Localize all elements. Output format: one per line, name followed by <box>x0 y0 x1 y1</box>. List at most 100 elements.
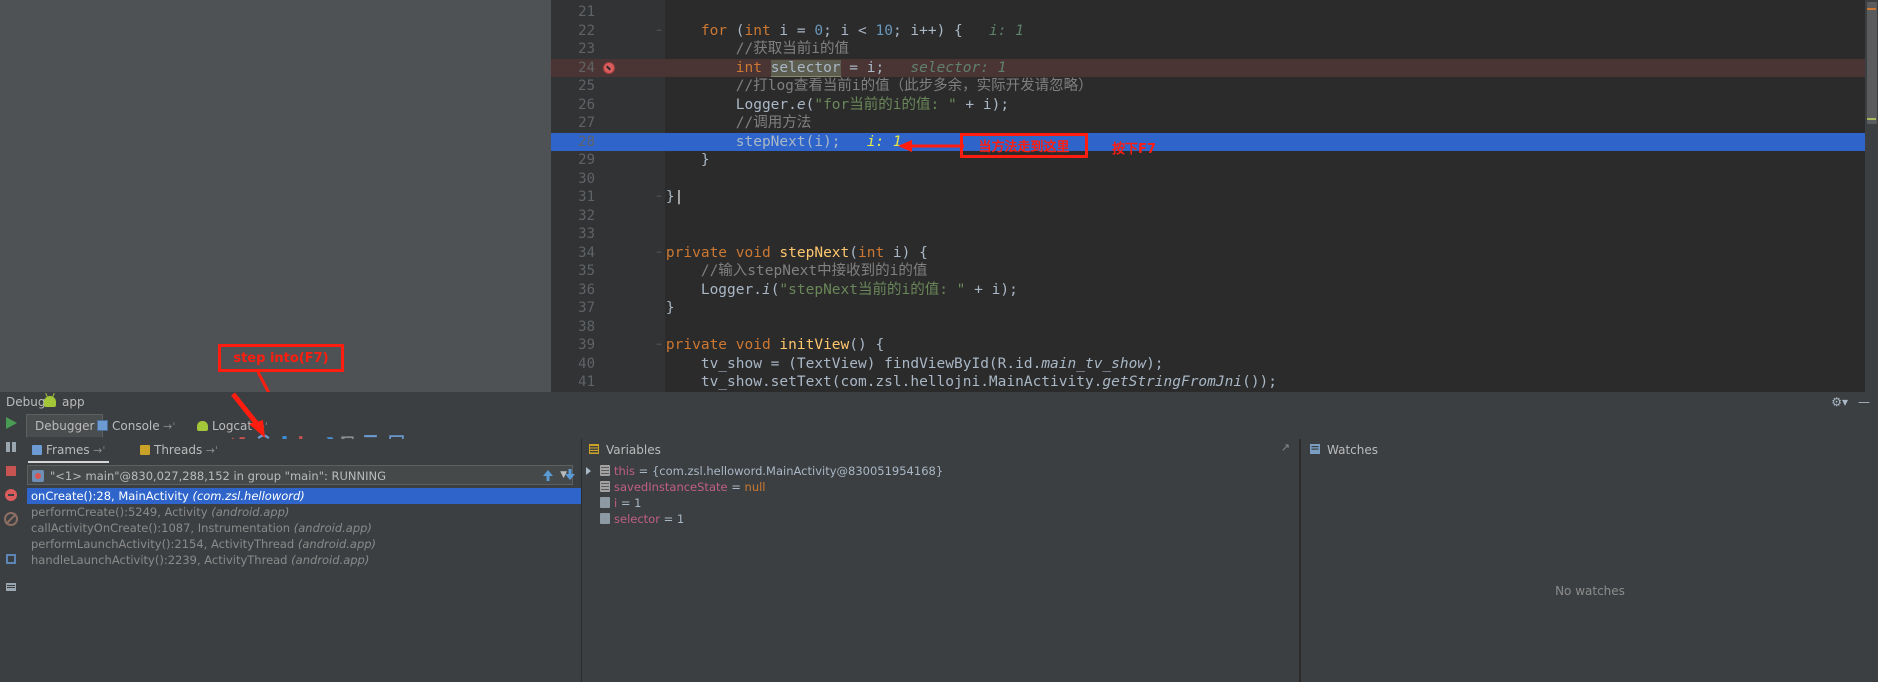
pin-icon[interactable] <box>3 579 19 595</box>
code-text: //输入stepNext中接收到的i的值 <box>631 263 928 279</box>
line-number: 26 <box>578 96 595 113</box>
variables-pin-icon[interactable]: ↗ <box>1281 441 1290 454</box>
tab-detach-icon[interactable]: →ˈ <box>90 444 105 457</box>
breakpoint-icon[interactable] <box>603 61 615 74</box>
annotation-box-method-here-label: 当方法走到这里 <box>978 140 1070 155</box>
frames-tab-label: Frames <box>46 443 90 457</box>
watches-icon <box>1310 444 1320 454</box>
settings-icon[interactable] <box>3 551 19 567</box>
code-line[interactable]: 37 } <box>551 299 1878 318</box>
call-stack-list[interactable]: onCreate():28, MainActivity (com.zsl.hel… <box>27 488 591 682</box>
code-line[interactable]: 25 //打log查看当前i的值（此步多余，实际开发请忽略） <box>551 77 1878 96</box>
variable-row[interactable]: selector = 1 <box>582 511 1300 527</box>
line-number: 37 <box>578 300 595 316</box>
frames-tab-label: Threads <box>154 443 203 457</box>
variable-name: savedInstanceState <box>614 480 728 494</box>
android-icon <box>44 396 56 407</box>
variable-row[interactable]: this = {com.zsl.helloword.MainActivity@8… <box>582 463 1300 479</box>
code-line[interactable]: 29 } <box>551 151 1878 170</box>
code-text: tv_show = (TextView) findViewById(R.id.m… <box>631 355 1164 372</box>
stack-frame-row[interactable]: onCreate():28, MainActivity (com.zsl.hel… <box>27 488 591 504</box>
code-line[interactable]: 36 Logger.i("stepNext当前的i的值: " + i); <box>551 281 1878 300</box>
view-breakpoints-icon[interactable] <box>3 487 19 503</box>
resume-program-icon[interactable] <box>3 415 19 431</box>
code-lines[interactable]: 21 22− for (int i = 0; i < 10; i++) { i: … <box>551 0 1878 392</box>
code-line[interactable]: 21 <box>551 3 1878 22</box>
code-line[interactable]: 41 tv_show.setText(com.zsl.hellojni.Main… <box>551 373 1878 392</box>
move-down-icon[interactable] <box>563 468 577 482</box>
line-number: 31 <box>578 189 595 205</box>
frames-tab-threads[interactable]: Threads →ˈ <box>136 440 222 461</box>
pause-program-icon[interactable] <box>3 439 19 455</box>
variables-panel: Variables ↗ this = {com.zsl.helloword.Ma… <box>582 439 1300 682</box>
line-number: 29 <box>578 152 595 168</box>
line-number: 38 <box>578 318 595 335</box>
threads-icon <box>140 445 150 455</box>
variable-row[interactable]: i = 1 <box>582 495 1300 511</box>
stop-icon[interactable] <box>3 463 19 479</box>
stack-frame-package: (android.app) <box>293 521 372 535</box>
gear-icon[interactable]: ⚙▾ <box>1831 395 1848 409</box>
code-line[interactable]: 26 Logger.e("for当前的i的值: " + i); <box>551 96 1878 115</box>
editor-scrollbar-thumb[interactable] <box>1867 2 1877 124</box>
debug-action-rail[interactable] <box>0 411 23 682</box>
stack-frame-method: callActivityOnCreate():1087, Instrumenta… <box>31 521 294 535</box>
line-number: 21 <box>578 4 595 20</box>
stack-frame-row[interactable]: handleLaunchActivity():2239, ActivityThr… <box>27 552 591 568</box>
variable-value: 1 <box>676 512 685 526</box>
code-line[interactable]: 24 int selector = i; selector: 1 <box>551 58 1878 77</box>
code-line[interactable]: 22− for (int i = 0; i < 10; i++) { i: 1 <box>551 22 1878 41</box>
annotation-arrow-to-step-into-icon <box>231 392 265 438</box>
frames-tab-bar[interactable]: Frames →ˈ Threads →ˈ <box>22 439 582 463</box>
variables-list[interactable]: this = {com.zsl.helloword.MainActivity@8… <box>582 463 1300 682</box>
minimize-icon[interactable]: — <box>1858 395 1870 409</box>
code-text: private void stepNext(int i) { <box>665 244 928 261</box>
variable-equals: = <box>634 464 652 478</box>
move-up-icon[interactable] <box>541 468 555 482</box>
line-number: 34 <box>578 244 595 261</box>
variable-row[interactable]: savedInstanceState = null <box>582 479 1300 495</box>
stack-frame-package: (android.app) <box>291 553 370 567</box>
code-line[interactable]: 27 //调用方法 <box>551 114 1878 133</box>
object-icon <box>600 481 610 492</box>
code-line[interactable]: 39− private void initView() { <box>551 336 1878 355</box>
code-text: //打log查看当前i的值（此步多余，实际开发请忽略） <box>631 78 1093 94</box>
tab-detach-icon[interactable]: →ˈ <box>160 420 175 433</box>
code-text: } <box>631 300 675 316</box>
frames-tab-frames[interactable]: Frames →ˈ <box>28 440 110 463</box>
stack-frame-row[interactable]: performCreate():5249, Activity (android.… <box>27 504 591 520</box>
stack-frame-package: (com.zsl.helloword) <box>192 489 305 503</box>
code-editor[interactable]: 21 22− for (int i = 0; i < 10; i++) { i: … <box>551 0 1878 392</box>
stack-frame-row[interactable]: performLaunchActivity():2154, ActivityTh… <box>27 536 591 552</box>
code-line[interactable]: 35 //输入stepNext中接收到的i的值 <box>551 262 1878 281</box>
stack-frame-method: performLaunchActivity():2154, ActivityTh… <box>31 537 298 551</box>
stack-frame-row[interactable]: callActivityOnCreate():1087, Instrumenta… <box>27 520 591 536</box>
editor-scrollbar[interactable] <box>1865 0 1878 392</box>
primitive-icon <box>600 497 610 508</box>
line-number: 24 <box>578 59 595 76</box>
code-line[interactable]: 33 <box>551 225 1878 244</box>
stack-frame-package: (android.app) <box>211 505 290 519</box>
code-line[interactable]: 34− private void stepNext(int i) { <box>551 244 1878 263</box>
code-text: private void initView() { <box>665 337 885 353</box>
thread-selector[interactable]: "<1> main"@830,027,288,152 in group "mai… <box>27 465 573 485</box>
code-line[interactable]: 32 <box>551 207 1878 226</box>
debug-tab-strip[interactable]: DebuggerConsole →ˈLogcat →ˈ= <box>22 411 1878 451</box>
code-text: Logger.i("stepNext当前的i的值: " + i); <box>631 281 1018 298</box>
code-line[interactable]: 28 stepNext(i); i: 1 <box>551 132 1878 151</box>
mute-breakpoints-icon[interactable] <box>3 511 19 527</box>
code-line[interactable]: 40 tv_show = (TextView) findViewById(R.i… <box>551 355 1878 374</box>
code-text: Logger.e("for当前的i的值: " + i); <box>631 96 1010 113</box>
frames-panel: Frames →ˈ Threads →ˈ "<1> main"@830,027,2… <box>22 439 598 682</box>
code-line[interactable]: 31− }| <box>551 188 1878 207</box>
code-line[interactable]: 30 <box>551 170 1878 189</box>
annotation-box-method-here: 当方法走到这里 <box>960 133 1088 158</box>
line-number: 22 <box>578 22 595 39</box>
watches-panel-title: Watches <box>1327 443 1378 457</box>
tab-detach-icon[interactable]: →ˈ <box>202 444 218 457</box>
debug-tab-console[interactable]: Console →ˈ <box>88 414 184 438</box>
code-line[interactable]: 38 <box>551 318 1878 337</box>
expand-triangle-icon[interactable] <box>586 467 591 475</box>
object-icon <box>600 465 610 476</box>
code-line[interactable]: 23 //获取当前i的值 <box>551 40 1878 59</box>
